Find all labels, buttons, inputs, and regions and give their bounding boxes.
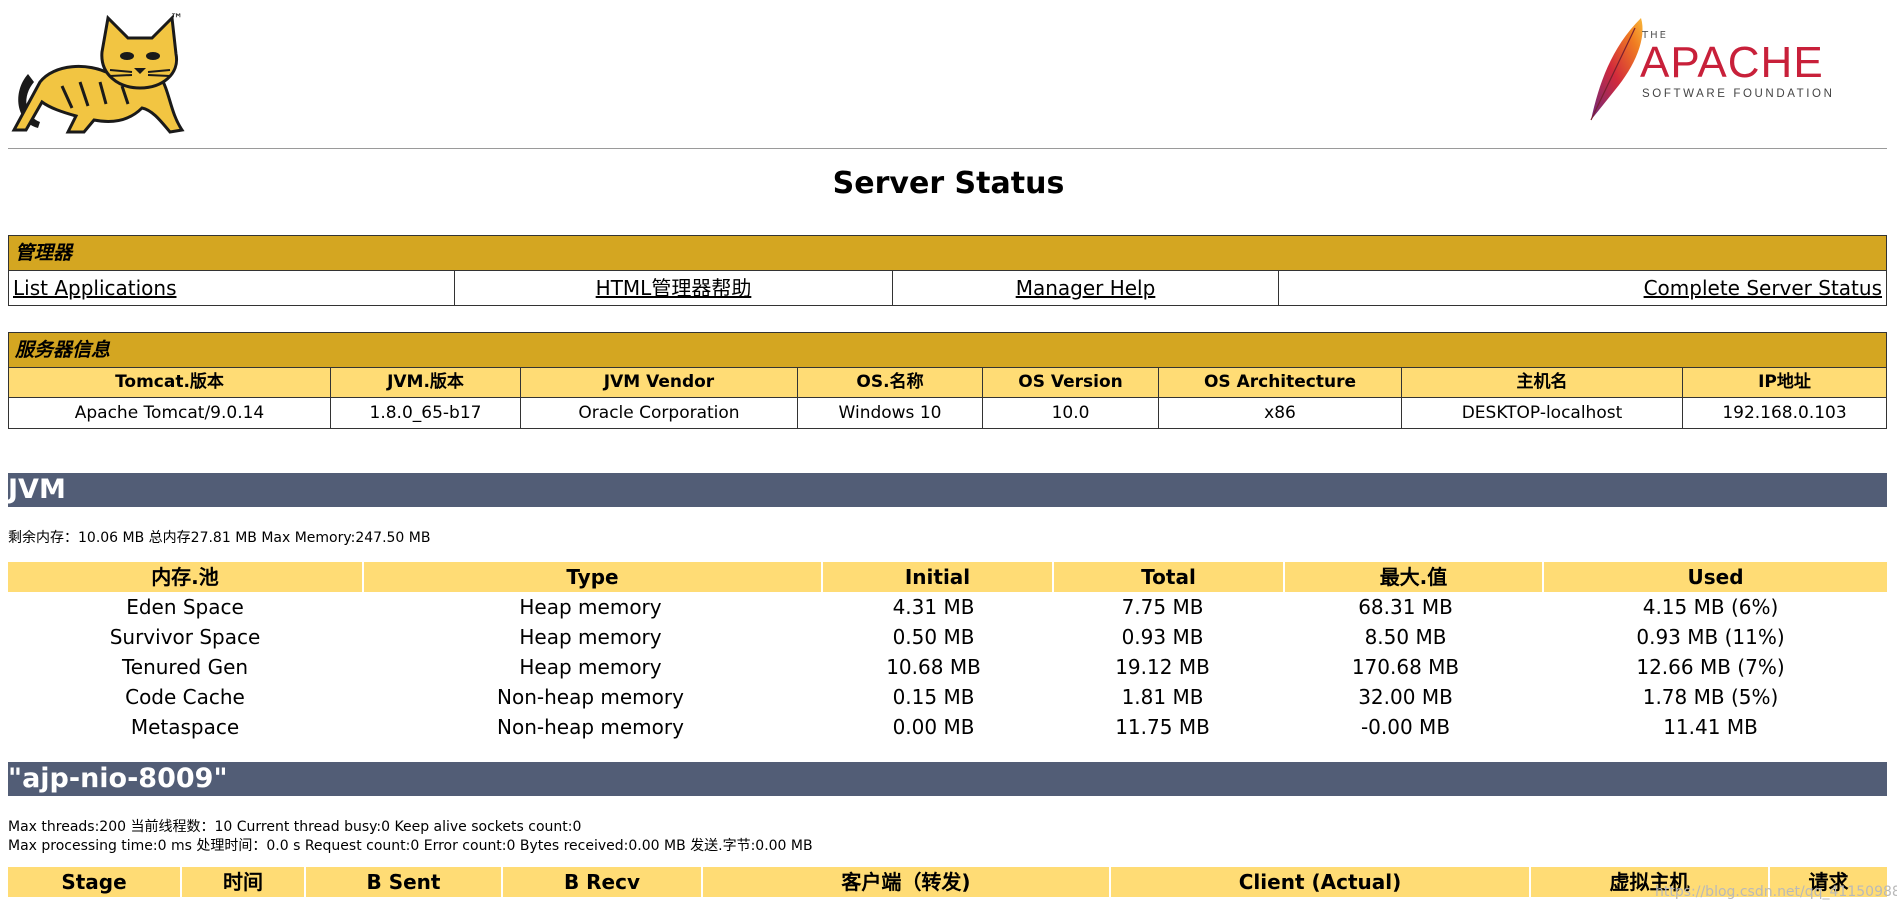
- header-cell: 内存.池: [8, 562, 364, 592]
- header-cell: 最大.值: [1285, 562, 1544, 592]
- header-cell: Initial: [823, 562, 1054, 592]
- value-cell: DESKTOP-localhost: [1402, 398, 1683, 428]
- page-header: ™ THE APACHE SOFTWARE FOUNDATION: [0, 0, 1897, 150]
- table-cell: 0.00 MB: [892, 715, 975, 739]
- table-cell: 170.68 MB: [1351, 655, 1460, 679]
- table-cell: 68.31 MB: [1358, 595, 1453, 619]
- connector-thread-stats: Max threads:200 当前线程数：10 Current thread …: [8, 819, 582, 835]
- list-applications-link[interactable]: List Applications: [9, 271, 455, 305]
- table-cell: 11.75 MB: [1115, 715, 1210, 739]
- table-cell: 7.75 MB: [1121, 595, 1204, 619]
- jvm-section-title: JVM: [8, 473, 1887, 507]
- memory-pool-header-row: 内存.池 Type Initial Total 最大.值 Used: [8, 562, 1887, 592]
- table-cell: Survivor Space: [109, 625, 261, 649]
- header-cell: 主机名: [1402, 368, 1683, 398]
- table-cell: 19.12 MB: [1115, 655, 1210, 679]
- manager-help-link[interactable]: Manager Help: [893, 271, 1279, 305]
- header-cell: Used: [1544, 562, 1887, 592]
- header-cell: JVM.版本: [331, 368, 521, 398]
- header-cell: 时间: [182, 867, 306, 897]
- table-cell: Non-heap memory: [497, 685, 684, 709]
- table-cell: Heap memory: [519, 625, 662, 649]
- table-cell: -0.00 MB: [1360, 715, 1451, 739]
- table-cell: 1.81 MB: [1121, 685, 1204, 709]
- table-cell: 11.41 MB: [1663, 715, 1758, 739]
- table-cell: Non-heap memory: [497, 715, 684, 739]
- table-cell: 4.15 MB (6%): [1642, 595, 1779, 619]
- value-cell: 1.8.0_65-b17: [331, 398, 521, 428]
- header-cell: OS Version: [983, 368, 1159, 398]
- value-cell: 10.0: [983, 398, 1159, 428]
- apache-logo[interactable]: THE APACHE SOFTWARE FOUNDATION: [1585, 14, 1845, 124]
- value-cell: Apache Tomcat/9.0.14: [9, 398, 331, 428]
- header-cell: Stage: [8, 867, 182, 897]
- table-cell: 1.78 MB (5%): [1642, 685, 1779, 709]
- server-status-page: ™ THE APACHE SOFTWARE FOUNDATION Server …: [0, 0, 1897, 911]
- watermark-text: https://blog.csdn.net/qq_41150988: [1655, 884, 1897, 900]
- table-cell: 0.15 MB: [892, 685, 975, 709]
- table-cell: Eden Space: [126, 595, 244, 619]
- table-row: Metaspace Non-heap memory 0.00 MB 11.75 …: [8, 712, 1887, 742]
- value-cell: Oracle Corporation: [521, 398, 798, 428]
- header-cell: Tomcat.版本: [9, 368, 331, 398]
- table-cell: 0.93 MB: [1121, 625, 1204, 649]
- table-row: Code Cache Non-heap memory 0.15 MB 1.81 …: [8, 682, 1887, 712]
- header-cell: B Recv: [503, 867, 703, 897]
- table-cell: Heap memory: [519, 655, 662, 679]
- table-row: Survivor Space Heap memory 0.50 MB 0.93 …: [8, 622, 1887, 652]
- manager-box: 管理器 List Applications HTML管理器帮助 Manager …: [8, 235, 1887, 306]
- html-manager-help-link[interactable]: HTML管理器帮助: [455, 271, 893, 305]
- memory-pool-table: 内存.池 Type Initial Total 最大.值 Used Eden S…: [8, 562, 1887, 742]
- header-divider: [8, 148, 1887, 149]
- header-cell: Client (Actual): [1111, 867, 1531, 897]
- server-info-title: 服务器信息: [9, 333, 1886, 368]
- table-cell: Code Cache: [125, 685, 245, 709]
- table-cell: 0.93 MB (11%): [1636, 625, 1785, 649]
- table-cell: 8.50 MB: [1364, 625, 1447, 649]
- server-info-header-row: Tomcat.版本 JVM.版本 JVM Vendor OS.名称 OS Ver…: [9, 368, 1886, 398]
- table-cell: 12.66 MB (7%): [1636, 655, 1785, 679]
- page-title: Server Status: [832, 166, 1065, 201]
- tomcat-logo[interactable]: ™: [10, 12, 195, 136]
- table-cell: Heap memory: [519, 595, 662, 619]
- thread-header-row: Stage 时间 B Sent B Recv 客户端（转发) Client (A…: [8, 867, 1887, 897]
- header-cell: Total: [1054, 562, 1285, 592]
- value-cell: x86: [1159, 398, 1402, 428]
- apache-name-text: APACHE: [1640, 38, 1824, 87]
- header-cell: Type: [364, 562, 823, 592]
- header-cell: B Sent: [306, 867, 503, 897]
- jvm-memory-summary: 剩余内存：10.06 MB 总内存27.81 MB Max Memory:247…: [8, 530, 431, 546]
- trademark-symbol: ™: [170, 12, 183, 27]
- manager-title: 管理器: [9, 236, 1886, 271]
- header-cell: JVM Vendor: [521, 368, 798, 398]
- apache-sub-text: SOFTWARE FOUNDATION: [1642, 88, 1835, 100]
- table-row: Tenured Gen Heap memory 10.68 MB 19.12 M…: [8, 652, 1887, 682]
- complete-server-status-link[interactable]: Complete Server Status: [1279, 271, 1886, 305]
- table-cell: 32.00 MB: [1358, 685, 1453, 709]
- header-cell: OS Architecture: [1159, 368, 1402, 398]
- table-cell: 10.68 MB: [886, 655, 981, 679]
- thread-table: Stage 时间 B Sent B Recv 客户端（转发) Client (A…: [8, 867, 1887, 897]
- connector-section-title: "ajp-nio-8009": [8, 762, 1887, 796]
- table-cell: Tenured Gen: [121, 655, 249, 679]
- server-info-box: 服务器信息 Tomcat.版本 JVM.版本 JVM Vendor OS.名称 …: [8, 332, 1887, 429]
- table-cell: 0.50 MB: [892, 625, 975, 649]
- value-cell: 192.168.0.103: [1722, 403, 1847, 423]
- server-info-values-row: Apache Tomcat/9.0.14 1.8.0_65-b17 Oracle…: [9, 398, 1886, 428]
- connector-request-stats: Max processing time:0 ms 处理时间：0.0 s Requ…: [8, 838, 813, 854]
- value-cell: Windows 10: [798, 398, 983, 428]
- header-cell: 客户端（转发): [703, 867, 1111, 897]
- header-cell: OS.名称: [798, 368, 983, 398]
- table-cell: Metaspace: [130, 715, 240, 739]
- table-row: Eden Space Heap memory 4.31 MB 7.75 MB 6…: [8, 592, 1887, 622]
- manager-links-row: List Applications HTML管理器帮助 Manager Help…: [9, 271, 1886, 305]
- table-cell: 4.31 MB: [892, 595, 975, 619]
- header-cell: IP地址: [1683, 368, 1886, 398]
